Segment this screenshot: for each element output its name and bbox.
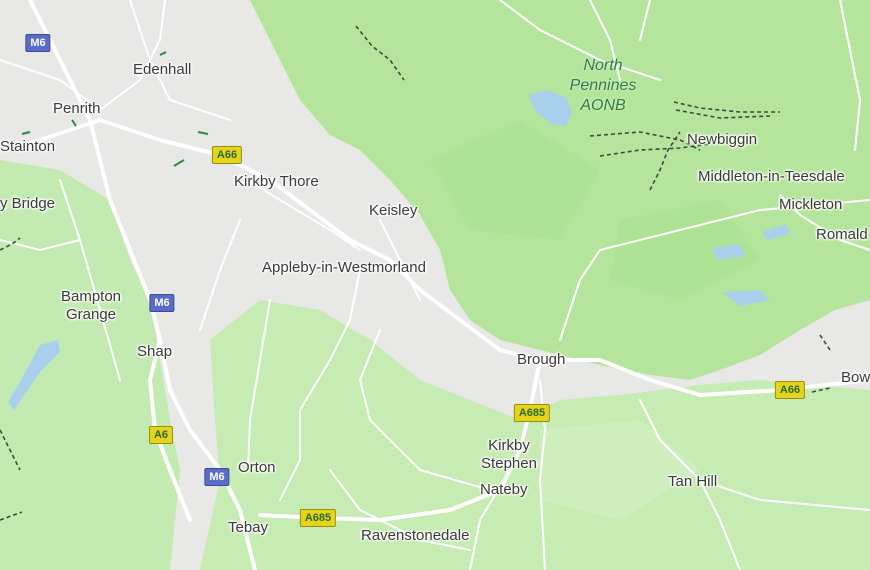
road-shield-m6: M6	[25, 34, 51, 52]
place-label[interactable]: Mickleton	[779, 196, 842, 214]
aonb-label-line: AONB	[580, 97, 626, 114]
place-label-line: Grange	[65, 306, 117, 323]
place-label[interactable]: Romald	[816, 226, 868, 244]
map-view[interactable]: Edenhall Penrith Stainton y Bridge Kirkb…	[0, 0, 870, 570]
place-label[interactable]: Middleton-in-Teesdale	[698, 168, 845, 186]
road-shield-a6: A6	[148, 426, 174, 444]
road-shield-a66: A66	[211, 146, 243, 164]
place-label[interactable]: Bow	[841, 369, 870, 387]
road-shield-a685: A685	[513, 404, 551, 422]
place-label[interactable]: Keisley	[369, 202, 417, 220]
place-label[interactable]: Newbiggin	[687, 131, 757, 149]
place-label-line: Bampton	[60, 288, 122, 305]
place-label[interactable]: Nateby	[480, 481, 528, 499]
road-shield-m6: M6	[149, 294, 175, 312]
place-label[interactable]: Penrith	[53, 100, 101, 118]
place-label[interactable]: Orton	[238, 459, 276, 477]
aonb-label-line: Pennines	[569, 77, 637, 94]
place-label[interactable]: Appleby-in-Westmorland	[262, 259, 426, 277]
aonb-label[interactable]: North Pennines AONB	[570, 56, 637, 116]
place-label[interactable]: Bampton Grange	[61, 288, 121, 324]
place-label[interactable]: Kirkby Thore	[234, 173, 319, 191]
place-label-line: Kirkby	[488, 437, 530, 454]
place-label[interactable]: Edenhall	[133, 61, 191, 79]
road-shield-a685: A685	[299, 509, 337, 527]
aonb-label-line: North	[583, 57, 623, 74]
place-label[interactable]: Brough	[517, 351, 565, 369]
place-label[interactable]: y Bridge	[0, 195, 55, 213]
map-base[interactable]	[0, 0, 870, 570]
place-label[interactable]: Shap	[137, 343, 172, 361]
place-label-line: Stephen	[481, 455, 537, 472]
place-label[interactable]: Kirkby Stephen	[481, 437, 537, 473]
place-label[interactable]: Tan Hill	[668, 473, 717, 491]
place-label[interactable]: Stainton	[0, 138, 55, 156]
road-shield-m6: M6	[204, 468, 230, 486]
place-label[interactable]: Ravenstonedale	[361, 527, 469, 545]
road-shield-a66: A66	[774, 381, 806, 399]
place-label[interactable]: Tebay	[228, 519, 268, 537]
